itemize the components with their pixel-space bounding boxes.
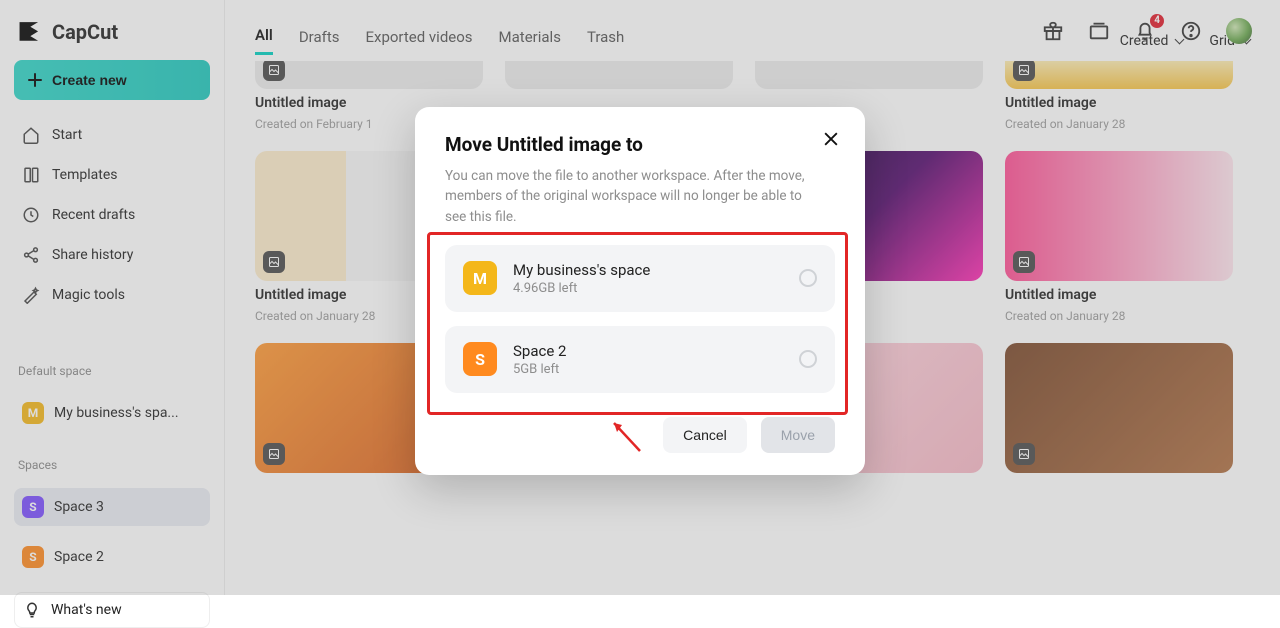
cancel-button[interactable]: Cancel — [663, 417, 747, 453]
whats-new-item[interactable]: What's new — [14, 592, 210, 628]
modal-title: Move Untitled image to — [445, 133, 835, 156]
annotation-arrow-icon — [604, 415, 648, 459]
close-icon[interactable] — [821, 129, 841, 149]
whats-new-label: What's new — [51, 602, 122, 618]
modal-description: You can move the file to another workspa… — [445, 166, 815, 227]
lightbulb-icon — [23, 601, 41, 619]
annotation-highlight-box — [427, 232, 848, 415]
move-button[interactable]: Move — [761, 417, 835, 453]
